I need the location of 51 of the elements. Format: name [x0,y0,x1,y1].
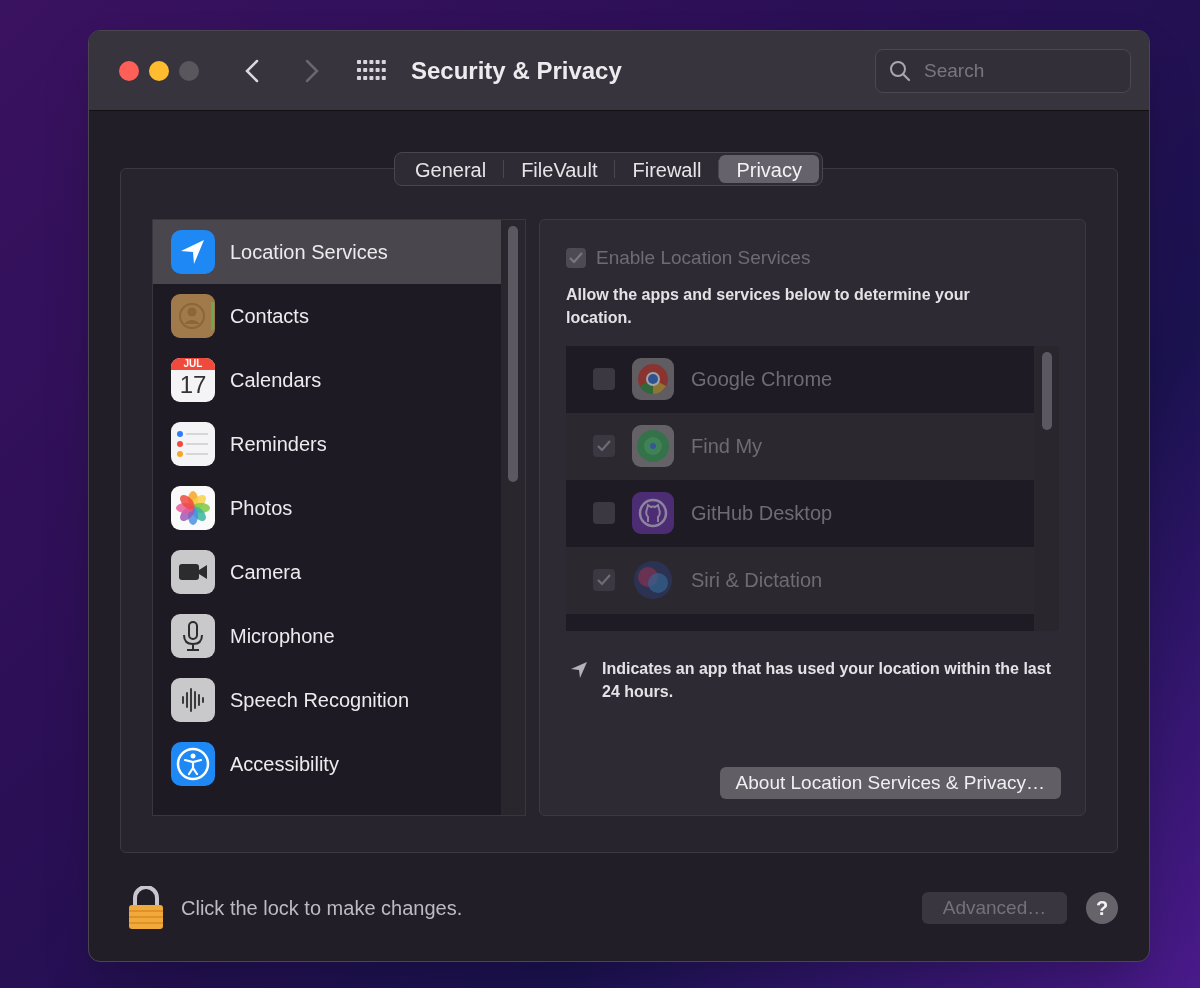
grid-icon[interactable] [357,59,387,82]
radar-icon [632,425,674,467]
accessibility-icon [171,742,215,786]
app-name: Siri & Dictation [691,568,823,593]
description-text: Allow the apps and services below to determine your location. [566,284,971,328]
browser-icon [632,358,674,400]
checkmark-icon [569,252,583,265]
flower-icon [171,486,215,530]
lock-icon[interactable] [128,886,164,930]
checkmark-icon [597,440,611,452]
close-button[interactable] [119,60,139,81]
forward-icon[interactable] [305,58,319,83]
sidebar-item[interactable]: Reminders [153,412,501,476]
note-text: Indicates an app that has used your location within the last 24 hours. [602,658,1052,702]
sidebar-item[interactable]: Camera [153,540,501,604]
location-arrow-icon [570,660,588,679]
search-icon [889,59,911,82]
list-icon [171,422,215,466]
calendar-month: JUL [171,358,215,370]
checkmark-icon [597,574,611,586]
tab[interactable]: General [398,155,504,183]
checkbox-label: Enable Location Services [596,246,811,270]
scrollbar-thumb[interactable] [508,226,518,482]
orb-icon [632,559,674,601]
app-name: GitHub Desktop [691,501,833,526]
sidebar-item[interactable]: Speech Recognition [153,668,501,732]
sidebar-item[interactable]: Microphone [153,604,501,668]
tab[interactable]: Firewall [615,155,719,183]
app-name: Find My [691,434,763,459]
sidebar-item[interactable]: Contacts [153,284,501,348]
contacts-book-icon [171,294,215,338]
sidebar-item[interactable]: JUL 17 Calendars [153,348,501,412]
zoom-button[interactable] [179,60,199,81]
search-field[interactable]: Search [875,48,1131,93]
waveform-icon [171,678,215,722]
window-title: Security & Privacy [411,55,622,86]
scrollbar-thumb[interactable] [1041,351,1052,430]
lock-hint-text: Click the lock to make changes. [181,896,463,921]
help-button[interactable]: ? [1086,892,1118,924]
back-icon[interactable] [245,58,259,83]
sidebar-item[interactable]: Accessibility [153,732,501,796]
sidebar-item[interactable]: Photos [153,476,501,540]
sidebar-item[interactable]: Location Services [153,220,501,284]
minimize-button[interactable] [149,60,169,81]
tab[interactable]: FileVault [504,155,615,183]
microphone-icon [171,614,215,658]
app-name: Google Chrome [691,367,833,392]
tab[interactable]: Privacy [719,155,819,183]
octocat-icon [632,492,674,534]
calendar-day: 17 [179,370,207,400]
video-camera-icon [171,550,215,594]
